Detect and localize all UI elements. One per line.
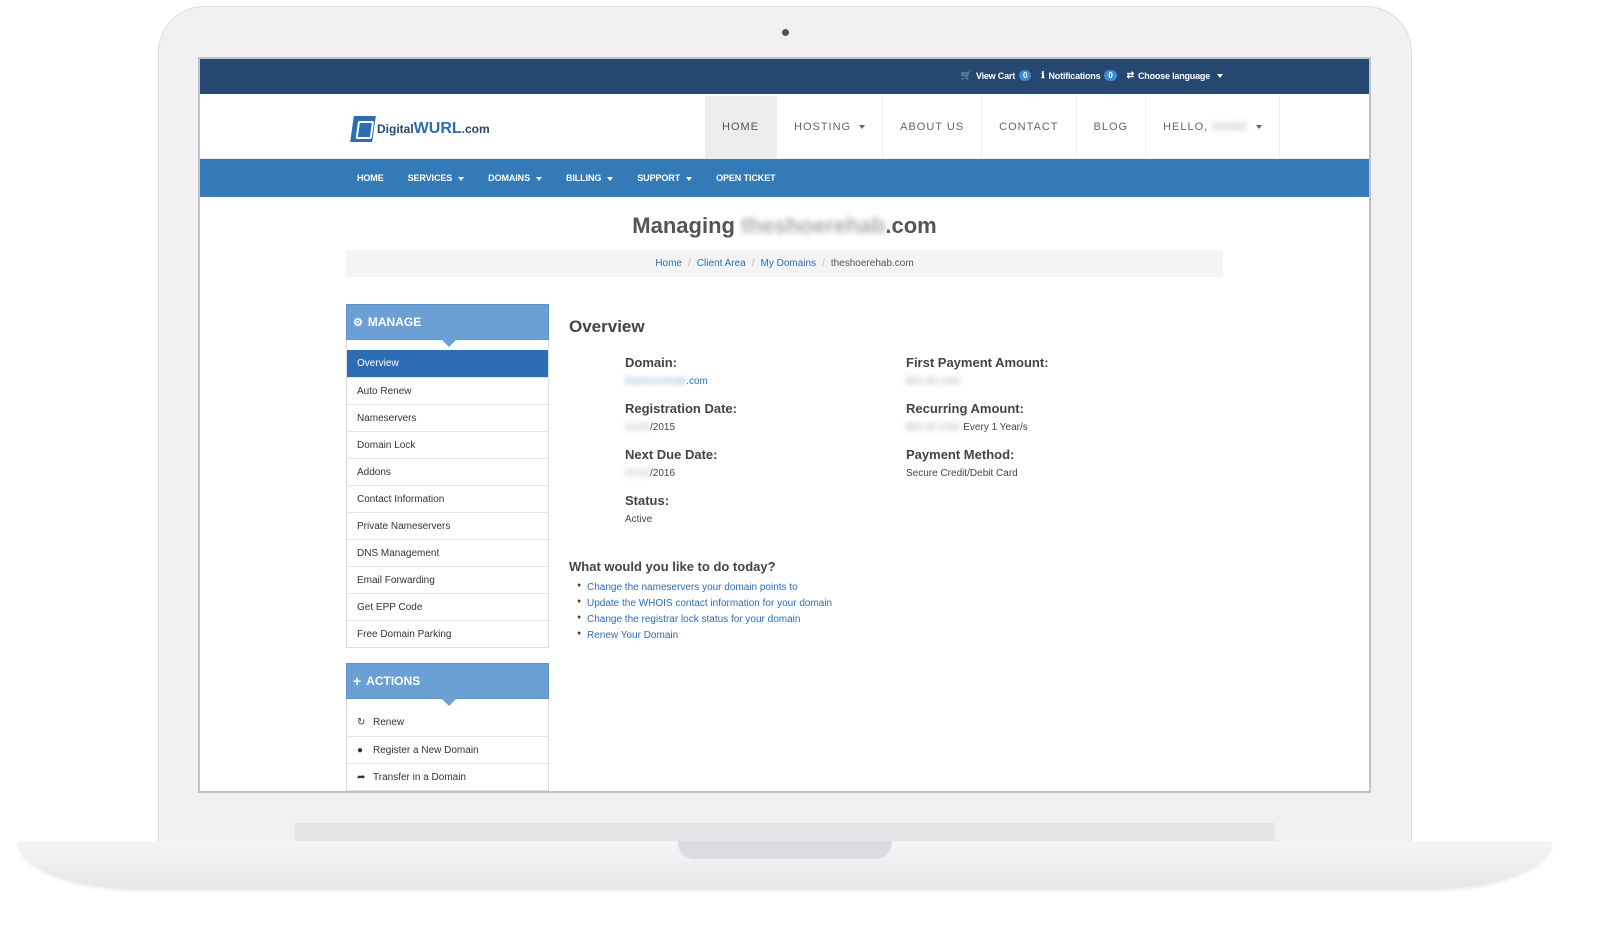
- share-icon: ➦: [357, 771, 366, 783]
- domain-label: Domain:: [625, 355, 677, 370]
- status-label: Status:: [625, 493, 670, 508]
- manage-item-contact-information[interactable]: Contact Information: [347, 485, 548, 512]
- chevron-down-icon: [686, 176, 693, 181]
- main-nav-contact[interactable]: CONTACT: [982, 96, 1077, 158]
- overview-heading: Overview: [569, 317, 645, 336]
- action-renew[interactable]: ↻ Renew: [347, 709, 548, 736]
- manage-panel: ⚙ MANAGE Overview Auto Renew Nameservers…: [346, 304, 549, 648]
- overview-section: Overview Domain: theshoerehab.com Regist…: [569, 317, 1169, 525]
- laptop-notch: [678, 841, 892, 859]
- registration-date-value: 01/15/2015: [625, 422, 676, 433]
- logo-suffix: .com: [461, 122, 490, 136]
- main-nav-about[interactable]: ABOUT US: [883, 96, 983, 158]
- top-bar: 🛒 View Cart 0 ℹ Notifications 0 ⇄ Choose…: [200, 59, 1369, 94]
- client-nav-services[interactable]: SERVICES: [408, 173, 465, 183]
- notifications-link[interactable]: ℹ Notifications 0: [1041, 70, 1117, 81]
- browser-screen: 🛒 View Cart 0 ℹ Notifications 0 ⇄ Choose…: [198, 57, 1371, 793]
- quick-actions-list: Change the nameservers your domain point…: [569, 582, 832, 641]
- chevron-down-icon: [458, 176, 465, 181]
- chevron-down-icon: [535, 176, 542, 181]
- manage-item-overview[interactable]: Overview: [347, 350, 548, 377]
- manage-item-email-forwarding[interactable]: Email Forwarding: [347, 566, 548, 593]
- manage-item-get-epp-code[interactable]: Get EPP Code: [347, 593, 548, 620]
- client-nav-billing[interactable]: BILLING: [566, 173, 614, 183]
- client-nav: HOME SERVICES DOMAINS BILLING SUPPORT OP…: [200, 159, 1369, 197]
- chevron-down-icon: [859, 125, 866, 129]
- logo-mark-icon: [350, 116, 376, 142]
- refresh-icon: ↻: [357, 717, 366, 728]
- quick-action-renew[interactable]: Renew Your Domain: [577, 630, 832, 641]
- manage-item-domain-lock[interactable]: Domain Lock: [347, 431, 548, 458]
- recurring-amount-label: Recurring Amount:: [906, 401, 1024, 416]
- status-value: Active: [625, 514, 653, 525]
- quick-actions-heading: What would you like to do today?: [569, 559, 776, 574]
- manage-item-dns-management[interactable]: DNS Management: [347, 539, 548, 566]
- actions-menu: ↻ Renew ● Register a New Domain ➦ Transf…: [346, 699, 549, 791]
- quick-action-change-nameservers[interactable]: Change the nameservers your domain point…: [577, 582, 832, 593]
- main-nav: HOME HOSTING ABOUT US CONTACT BLOG HELLO…: [705, 96, 1281, 158]
- next-due-date-value: 01/15/2016: [625, 468, 676, 479]
- main-nav-hosting[interactable]: HOSTING: [777, 96, 884, 158]
- page-title: Managing theshoerehab.com: [632, 213, 937, 238]
- first-payment-value: $00.00 USD: [906, 376, 961, 387]
- client-nav-support[interactable]: SUPPORT: [637, 173, 693, 183]
- breadcrumb-current: theshoerehab.com: [830, 258, 914, 269]
- gear-icon: ⚙: [353, 316, 363, 329]
- logo-brand: WURL: [413, 120, 462, 137]
- next-due-date-label: Next Due Date:: [625, 447, 718, 462]
- user-name: NAME: [1212, 121, 1249, 133]
- breadcrumb-client-area[interactable]: Client Area: [697, 258, 746, 269]
- quick-action-registrar-lock[interactable]: Change the registrar lock status for you…: [577, 614, 832, 625]
- action-transfer-domain[interactable]: ➦ Transfer in a Domain: [347, 763, 548, 790]
- client-nav-home[interactable]: HOME: [357, 173, 384, 183]
- site-logo[interactable]: DigitalWURL.com: [350, 116, 490, 142]
- quick-action-update-whois[interactable]: Update the WHOIS contact information for…: [577, 598, 832, 609]
- camera-icon: [782, 29, 789, 36]
- chevron-down-icon: [1256, 125, 1263, 129]
- client-nav-domains[interactable]: DOMAINS: [488, 173, 542, 183]
- client-nav-open-ticket[interactable]: OPEN TICKET: [716, 173, 776, 183]
- payment-method-value: Secure Credit/Debit Card: [906, 468, 1018, 479]
- laptop-hinge: [295, 823, 1275, 841]
- globe-icon: ●: [357, 744, 364, 756]
- manage-item-addons[interactable]: Addons: [347, 458, 548, 485]
- breadcrumb-my-domains[interactable]: My Domains: [760, 258, 816, 269]
- payment-method-label: Payment Method:: [906, 447, 1015, 462]
- quick-actions-section: What would you like to do today? Change …: [569, 559, 832, 646]
- domain-link[interactable]: theshoerehab.com: [625, 376, 708, 387]
- main-nav-home[interactable]: HOME: [705, 96, 777, 158]
- plus-icon: +: [353, 673, 362, 689]
- cart-count-badge: 0: [1019, 70, 1032, 81]
- overview-left-column: Domain: theshoerehab.com Registration Da…: [625, 355, 865, 539]
- notifications-count-badge: 0: [1104, 70, 1117, 81]
- main-nav-blog[interactable]: BLOG: [1077, 96, 1147, 158]
- first-payment-label: First Payment Amount:: [906, 355, 1049, 370]
- manage-item-free-domain-parking[interactable]: Free Domain Parking: [347, 620, 548, 647]
- manage-panel-header: ⚙ MANAGE: [346, 304, 549, 347]
- manage-item-auto-renew[interactable]: Auto Renew: [347, 377, 548, 404]
- manage-menu: Overview Auto Renew Nameservers Domain L…: [346, 340, 549, 648]
- breadcrumb: Home / Client Area / My Domains / thesho…: [346, 250, 1223, 277]
- choose-language-dropdown[interactable]: ⇄ Choose language: [1127, 70, 1223, 81]
- main-nav-user-menu[interactable]: HELLO, NAME: [1146, 96, 1281, 158]
- actions-panel: + ACTIONS ↻ Renew ● Register a New Domai…: [346, 663, 549, 791]
- view-cart-link[interactable]: 🛒 View Cart 0: [960, 70, 1032, 81]
- overview-right-column: First Payment Amount: $00.00 USD Recurri…: [906, 355, 1146, 493]
- manage-item-nameservers[interactable]: Nameservers: [347, 404, 548, 431]
- manage-item-private-nameservers[interactable]: Private Nameservers: [347, 512, 548, 539]
- registration-date-label: Registration Date:: [625, 401, 737, 416]
- language-icon: ⇄: [1126, 70, 1135, 80]
- breadcrumb-home[interactable]: Home: [655, 258, 682, 269]
- info-icon: ℹ: [1041, 70, 1045, 80]
- chevron-down-icon: [1217, 73, 1223, 78]
- cart-icon: 🛒: [960, 70, 972, 80]
- site-header: DigitalWURL.com HOME HOSTING ABOUT US CO…: [200, 94, 1369, 159]
- actions-panel-header: + ACTIONS: [346, 663, 549, 706]
- recurring-amount-value: $00.00 USD Every 1 Year/s: [906, 422, 1028, 433]
- title-domain-name: theshoerehab: [741, 213, 886, 238]
- chevron-down-icon: [607, 176, 614, 181]
- logo-prefix: Digital: [377, 122, 414, 136]
- action-register-domain[interactable]: ● Register a New Domain: [347, 736, 548, 763]
